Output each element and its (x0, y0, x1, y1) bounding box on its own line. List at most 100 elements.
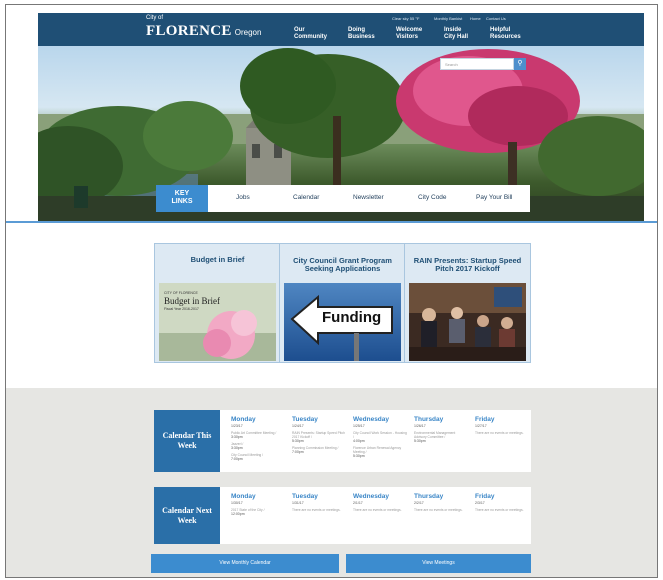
nav-label-2: Resources (490, 34, 521, 40)
event-time: 5:30pm (414, 439, 426, 443)
event-time: 5:30pm (292, 439, 304, 443)
card-title: Budget in Brief (190, 255, 245, 264)
nav-inside-city-hall[interactable]: Inside City Hall (444, 27, 492, 41)
logo-city-prefix: City of (146, 15, 164, 21)
day-date: 2/3/17 (475, 501, 485, 505)
day-name: Wednesday (353, 416, 390, 423)
feature-card-rain[interactable]: RAIN Presents: Startup Speed Pitch 2017 … (405, 244, 530, 362)
card-image-rain (409, 283, 526, 361)
day-date: 2/1/17 (353, 501, 363, 505)
feature-cards: Budget in Brief CITY OF FLORENCE Budget … (154, 243, 531, 363)
day-column-thursday[interactable]: Thursday 2/2/17 There are no events or m… (414, 493, 468, 512)
nav-our-community[interactable]: Our Community (294, 27, 342, 41)
no-events-message: There are no events or meetings. (292, 508, 341, 512)
day-date: 1/30/17 (231, 501, 243, 505)
calendar-next-week-label: Calendar Next Week (154, 487, 220, 544)
event-photo (409, 283, 526, 361)
day-column-thursday[interactable]: Thursday 1/26/17 Environmental Managemen… (414, 416, 468, 444)
nav-label-1: Inside (444, 27, 462, 33)
day-name: Thursday (414, 416, 444, 423)
card-image-caption-2: Budget in Brief (164, 296, 220, 306)
search-input[interactable]: Search (440, 58, 514, 70)
day-date: 1/27/17 (475, 424, 487, 428)
page-frame: City of FLORENCE Oregon Clear sky 55 °F M… (5, 4, 658, 578)
key-link-newsletter[interactable]: Newsletter (353, 194, 384, 201)
key-links-bar: KEY LINKS Jobs Calendar Newsletter City … (156, 185, 530, 212)
card-image-funding: Funding (284, 283, 401, 361)
key-link-city-code[interactable]: City Code (418, 194, 447, 201)
day-column-monday[interactable]: Monday 1/23/17 Public Art Committee Meet… (231, 416, 285, 462)
day-column-wednesday[interactable]: Wednesday 2/1/17 There are no events or … (353, 493, 407, 512)
nav-welcome-visitors[interactable]: Welcome Visitors (396, 27, 444, 41)
event-item[interactable]: RAIN Presents: Startup Speed Pitch 2017 … (292, 431, 346, 439)
nav-label-1: Helpful (490, 27, 511, 33)
weather-widget[interactable]: Clear sky 55 °F (392, 16, 419, 21)
no-events-message: There are no events or meetings. (475, 508, 524, 512)
section-divider (6, 221, 657, 223)
event-item[interactable]: Environmental Management Advisory Commit… (414, 431, 468, 439)
day-name: Tuesday (292, 493, 318, 500)
day-column-tuesday[interactable]: Tuesday 1/24/17 RAIN Presents: Startup S… (292, 416, 346, 455)
day-date: 1/23/17 (231, 424, 243, 428)
day-date: 1/25/17 (353, 424, 365, 428)
view-meetings-button[interactable]: View Meetings (346, 554, 531, 573)
calendar-this-week-label: Calendar This Week (154, 410, 220, 472)
event-time: 12:00pm (231, 512, 245, 516)
monthly-link[interactable]: Monthly Bankist (434, 16, 462, 21)
key-links-title: KEY LINKS (156, 185, 208, 212)
nav-label-2: Community (294, 34, 327, 40)
day-column-monday[interactable]: Monday 1/30/17 2017 State of the City / … (231, 493, 285, 517)
day-name: Monday (231, 493, 256, 500)
feature-card-budget[interactable]: Budget in Brief CITY OF FLORENCE Budget … (155, 244, 280, 362)
card-title: City Council Grant Program Seeking Appli… (293, 256, 392, 273)
day-column-tuesday[interactable]: Tuesday 1/31/17 There are no events or m… (292, 493, 346, 512)
day-name: Wednesday (353, 493, 390, 500)
feature-card-grant[interactable]: City Council Grant Program Seeking Appli… (280, 244, 405, 362)
nav-doing-business[interactable]: Doing Business (348, 27, 396, 41)
day-name: Friday (475, 416, 495, 423)
card-image-caption-3: Fiscal Year 2016-2017 (164, 307, 199, 311)
no-events-message: There are no events or meetings. (475, 431, 524, 435)
day-column-friday[interactable]: Friday 2/3/17 There are no events or mee… (475, 493, 529, 512)
calendar-label-line1: Calendar Next (162, 506, 212, 515)
site-logo[interactable]: City of FLORENCE Oregon (146, 15, 261, 40)
calendar-label-line2: Week (177, 516, 197, 525)
nav-label-1: Doing (348, 27, 365, 33)
day-date: 2/2/17 (414, 501, 424, 505)
key-link-jobs[interactable]: Jobs (236, 194, 250, 201)
card-image-caption-1: CITY OF FLORENCE (164, 291, 198, 295)
day-name: Thursday (414, 493, 444, 500)
nav-label-2: City Hall (444, 34, 469, 40)
event-item[interactable]: City Council Work Session - Housing / (353, 431, 407, 439)
contact-link[interactable]: Contact Us (486, 16, 506, 21)
view-monthly-calendar-button[interactable]: View Monthly Calendar (151, 554, 339, 573)
nav-helpful-resources[interactable]: Helpful Resources (490, 27, 538, 41)
day-date: 1/31/17 (292, 501, 304, 505)
day-column-wednesday[interactable]: Wednesday 1/25/17 City Council Work Sess… (353, 416, 407, 459)
day-date: 1/26/17 (414, 424, 426, 428)
nav-label-1: Welcome (396, 27, 423, 33)
search-icon[interactable]: ⚲ (514, 58, 526, 70)
day-name: Tuesday (292, 416, 318, 423)
no-events-message: There are no events or meetings. (414, 508, 463, 512)
home-link[interactable]: Home (470, 16, 481, 21)
nav-label-1: Our (294, 27, 305, 33)
calendar-label-line1: Calendar This (162, 431, 212, 440)
nav-label-2: Business (348, 34, 375, 40)
card-image-budget: CITY OF FLORENCE Budget in Brief Fiscal … (159, 283, 276, 361)
day-date: 1/24/17 (292, 424, 304, 428)
card-title: RAIN Presents: Startup Speed Pitch 2017 … (413, 256, 522, 273)
event-time: 5:30pm (353, 454, 365, 458)
key-link-calendar[interactable]: Calendar (293, 194, 319, 201)
day-name: Monday (231, 416, 256, 423)
day-name: Friday (475, 493, 495, 500)
key-link-pay-bill[interactable]: Pay Your Bill (476, 194, 513, 201)
event-time: 4:00pm (353, 439, 365, 443)
event-item[interactable]: Florence Urban Renewal Agency Meeting / (353, 446, 407, 454)
nav-label-2: Visitors (396, 34, 418, 40)
logo-city-name: FLORENCE (146, 23, 232, 39)
day-column-friday[interactable]: Friday 1/27/17 There are no events or me… (475, 416, 529, 435)
calendar-next-week: Calendar Next Week Monday 1/30/17 2017 S… (154, 487, 531, 544)
site-header: City of FLORENCE Oregon Clear sky 55 °F M… (38, 13, 644, 46)
event-time: 3:30pm (231, 435, 243, 439)
